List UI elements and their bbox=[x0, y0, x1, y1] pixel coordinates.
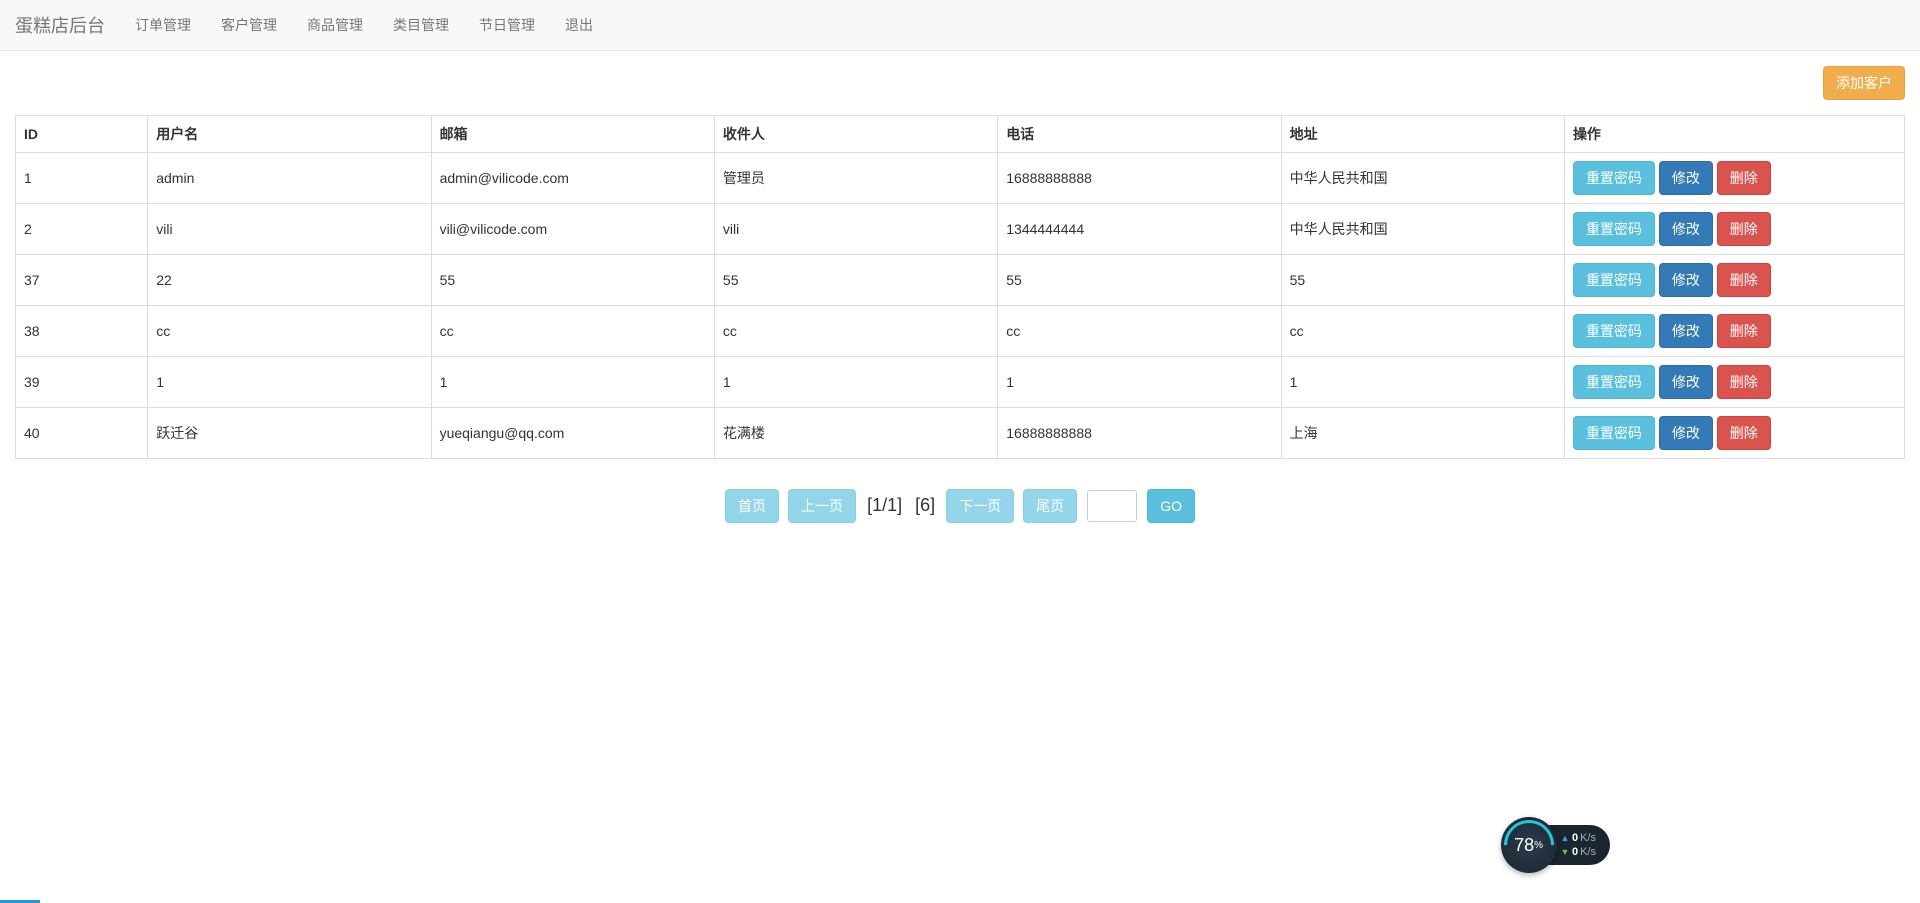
cell-operate: 重置密码 修改 删除 bbox=[1564, 255, 1904, 306]
cell-operate: 重置密码 修改 删除 bbox=[1564, 357, 1904, 408]
cell-operate: 重置密码 修改 删除 bbox=[1564, 204, 1904, 255]
cell-address: 55 bbox=[1281, 255, 1564, 306]
cell-email: cc bbox=[431, 306, 714, 357]
net-up-rate: 0K/s bbox=[1561, 831, 1596, 845]
delete-button[interactable]: 删除 bbox=[1717, 263, 1771, 297]
cell-id: 37 bbox=[16, 255, 148, 306]
cell-email: vili@vilicode.com bbox=[431, 204, 714, 255]
cell-id: 38 bbox=[16, 306, 148, 357]
table-row: 38cccccccccc重置密码 修改 删除 bbox=[16, 306, 1905, 357]
cell-id: 2 bbox=[16, 204, 148, 255]
cell-username: 1 bbox=[148, 357, 431, 408]
customer-table: ID 用户名 邮箱 收件人 电话 地址 操作 1adminadmin@vilic… bbox=[15, 115, 1905, 459]
cell-username: 22 bbox=[148, 255, 431, 306]
cell-phone: 16888888888 bbox=[998, 408, 1281, 459]
cell-email: admin@vilicode.com bbox=[431, 153, 714, 204]
edit-button[interactable]: 修改 bbox=[1659, 365, 1713, 399]
cell-phone: 16888888888 bbox=[998, 153, 1281, 204]
table-row: 372255555555重置密码 修改 删除 bbox=[16, 255, 1905, 306]
edit-button[interactable]: 修改 bbox=[1659, 263, 1713, 297]
table-row: 1adminadmin@vilicode.com管理员16888888888中华… bbox=[16, 153, 1905, 204]
cell-recipient: vili bbox=[714, 204, 997, 255]
add-customer-button[interactable]: 添加客户 bbox=[1823, 66, 1905, 100]
network-monitor-widget: 78% 0K/s 0K/s bbox=[1501, 817, 1610, 873]
cell-email: 55 bbox=[431, 255, 714, 306]
cell-address: 上海 bbox=[1281, 408, 1564, 459]
cell-phone: 1344444444 bbox=[998, 204, 1281, 255]
th-email: 邮箱 bbox=[431, 116, 714, 153]
cell-address: cc bbox=[1281, 306, 1564, 357]
reset-password-button[interactable]: 重置密码 bbox=[1573, 314, 1655, 348]
delete-button[interactable]: 删除 bbox=[1717, 161, 1771, 195]
edit-button[interactable]: 修改 bbox=[1659, 161, 1713, 195]
cell-address: 1 bbox=[1281, 357, 1564, 408]
table-header-row: ID 用户名 邮箱 收件人 电话 地址 操作 bbox=[16, 116, 1905, 153]
table-row: 40跃迁谷yueqiangu@qq.com花满楼16888888888上海重置密… bbox=[16, 408, 1905, 459]
top-navbar: 蛋糕店后台 订单管理 客户管理 商品管理 类目管理 节日管理 退出 bbox=[0, 0, 1920, 51]
edit-button[interactable]: 修改 bbox=[1659, 416, 1713, 450]
page-go-button[interactable]: GO bbox=[1147, 489, 1195, 523]
pagination: 首页 上一页 [1/1] [6] 下一页 尾页 GO bbox=[15, 489, 1905, 523]
nav-customers[interactable]: 客户管理 bbox=[206, 0, 292, 50]
page-number-input[interactable] bbox=[1087, 490, 1137, 522]
cell-phone: 55 bbox=[998, 255, 1281, 306]
cell-operate: 重置密码 修改 删除 bbox=[1564, 153, 1904, 204]
delete-button[interactable]: 删除 bbox=[1717, 212, 1771, 246]
table-row: 3911111重置密码 修改 删除 bbox=[16, 357, 1905, 408]
nav-categories[interactable]: 类目管理 bbox=[378, 0, 464, 50]
cell-address: 中华人民共和国 bbox=[1281, 153, 1564, 204]
table-row: 2vilivili@vilicode.comvili1344444444中华人民… bbox=[16, 204, 1905, 255]
th-address: 地址 bbox=[1281, 116, 1564, 153]
cell-id: 40 bbox=[16, 408, 148, 459]
cell-email: yueqiangu@qq.com bbox=[431, 408, 714, 459]
cell-id: 1 bbox=[16, 153, 148, 204]
cell-operate: 重置密码 修改 删除 bbox=[1564, 408, 1904, 459]
th-username: 用户名 bbox=[148, 116, 431, 153]
reset-password-button[interactable]: 重置密码 bbox=[1573, 161, 1655, 195]
net-percent-value: 78 bbox=[1514, 835, 1534, 856]
edit-button[interactable]: 修改 bbox=[1659, 314, 1713, 348]
brand-link[interactable]: 蛋糕店后台 bbox=[15, 12, 120, 38]
cell-recipient: cc bbox=[714, 306, 997, 357]
cell-recipient: 管理员 bbox=[714, 153, 997, 204]
delete-button[interactable]: 删除 bbox=[1717, 416, 1771, 450]
net-usage-circle: 78% bbox=[1501, 817, 1557, 873]
nav-holidays[interactable]: 节日管理 bbox=[464, 0, 550, 50]
delete-button[interactable]: 删除 bbox=[1717, 314, 1771, 348]
reset-password-button[interactable]: 重置密码 bbox=[1573, 416, 1655, 450]
page-total: [6] bbox=[911, 495, 939, 516]
nav-products[interactable]: 商品管理 bbox=[292, 0, 378, 50]
cell-operate: 重置密码 修改 删除 bbox=[1564, 306, 1904, 357]
cell-id: 39 bbox=[16, 357, 148, 408]
net-percent-suffix: % bbox=[1534, 840, 1543, 851]
th-recipient: 收件人 bbox=[714, 116, 997, 153]
cell-username: 跃迁谷 bbox=[148, 408, 431, 459]
th-id: ID bbox=[16, 116, 148, 153]
cell-phone: 1 bbox=[998, 357, 1281, 408]
reset-password-button[interactable]: 重置密码 bbox=[1573, 365, 1655, 399]
page-last-button[interactable]: 尾页 bbox=[1023, 489, 1077, 523]
cell-email: 1 bbox=[431, 357, 714, 408]
cell-recipient: 55 bbox=[714, 255, 997, 306]
cell-username: vili bbox=[148, 204, 431, 255]
cell-recipient: 花满楼 bbox=[714, 408, 997, 459]
th-operate: 操作 bbox=[1564, 116, 1904, 153]
cell-recipient: 1 bbox=[714, 357, 997, 408]
cell-phone: cc bbox=[998, 306, 1281, 357]
reset-password-button[interactable]: 重置密码 bbox=[1573, 263, 1655, 297]
page-prev-button[interactable]: 上一页 bbox=[788, 489, 856, 523]
cell-username: admin bbox=[148, 153, 431, 204]
net-down-rate: 0K/s bbox=[1561, 845, 1596, 859]
edit-button[interactable]: 修改 bbox=[1659, 212, 1713, 246]
reset-password-button[interactable]: 重置密码 bbox=[1573, 212, 1655, 246]
cell-username: cc bbox=[148, 306, 431, 357]
th-phone: 电话 bbox=[998, 116, 1281, 153]
delete-button[interactable]: 删除 bbox=[1717, 365, 1771, 399]
page-next-button[interactable]: 下一页 bbox=[946, 489, 1014, 523]
page-first-button[interactable]: 首页 bbox=[725, 489, 779, 523]
nav-orders[interactable]: 订单管理 bbox=[120, 0, 206, 50]
nav-logout[interactable]: 退出 bbox=[550, 0, 608, 50]
page-indicator: [1/1] bbox=[863, 495, 906, 516]
cell-address: 中华人民共和国 bbox=[1281, 204, 1564, 255]
